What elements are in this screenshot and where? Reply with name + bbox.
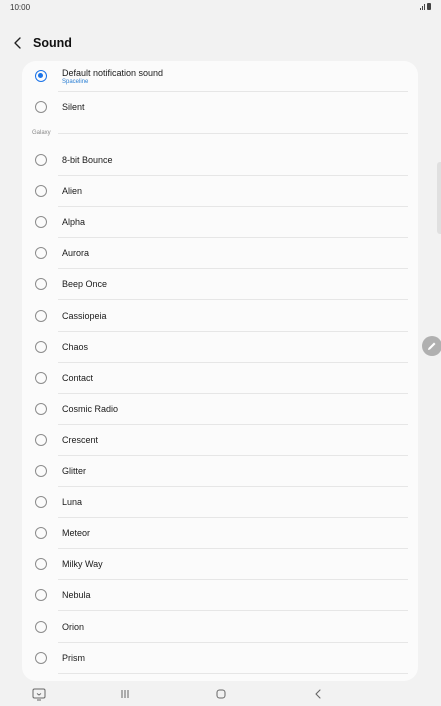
radio-icon[interactable] xyxy=(35,185,47,198)
item-label: Cassiopeia xyxy=(62,310,107,321)
radio-icon[interactable] xyxy=(35,371,47,384)
list-item[interactable]: Beep Once xyxy=(22,269,418,301)
radio-icon[interactable] xyxy=(35,465,47,477)
radio-icon[interactable] xyxy=(35,496,47,509)
radio-icon[interactable] xyxy=(35,247,47,260)
keyboard-button[interactable] xyxy=(31,686,47,702)
header: Sound xyxy=(0,28,441,58)
item-label: Prism xyxy=(62,652,85,663)
item-label: Alien xyxy=(62,186,83,197)
item-label: Silent xyxy=(62,102,85,112)
item-label: Cosmic Radio xyxy=(62,403,119,414)
back-icon xyxy=(315,689,321,699)
divider xyxy=(58,672,408,674)
sound-list: Default notification sound Spaceline Sil… xyxy=(22,61,418,681)
divider xyxy=(58,133,408,134)
item-label: Default notification sound xyxy=(62,68,164,78)
item-label: Glitter xyxy=(62,466,87,476)
radio-icon[interactable] xyxy=(35,527,47,540)
list-item-default-notification-sound[interactable]: Default notification sound Spaceline xyxy=(22,61,418,92)
edit-button[interactable] xyxy=(422,336,441,356)
list-item[interactable]: Chaos xyxy=(22,332,418,363)
list-item[interactable]: Nebula xyxy=(22,580,418,612)
item-label: Luna xyxy=(62,497,83,508)
edge-panel-handle[interactable] xyxy=(437,162,441,234)
radio-icon[interactable] xyxy=(35,402,47,415)
item-label: Orion xyxy=(62,621,85,632)
item-label: Milky Way xyxy=(62,559,103,570)
radio-icon[interactable] xyxy=(35,433,47,446)
item-label: Chaos xyxy=(62,341,89,352)
list-item[interactable]: Milky Way xyxy=(22,549,418,581)
list-item[interactable]: Meteor xyxy=(22,518,418,550)
item-label: Beep Once xyxy=(62,279,108,290)
home-button[interactable] xyxy=(213,686,229,702)
radio-icon[interactable] xyxy=(35,620,47,633)
radio-icon[interactable] xyxy=(35,154,47,166)
back-button[interactable] xyxy=(9,34,27,52)
keyboard-icon xyxy=(32,688,46,701)
list-item[interactable]: Alpha xyxy=(22,207,418,239)
radio-icon[interactable] xyxy=(35,558,47,571)
list-item[interactable]: Aurora xyxy=(22,238,418,270)
list-item[interactable]: Contact xyxy=(22,363,418,394)
item-label: 8-bit Bounce xyxy=(62,155,113,165)
radio-icon[interactable] xyxy=(35,589,47,602)
list-item[interactable]: Prism xyxy=(22,643,418,674)
list-item[interactable]: Crescent xyxy=(22,425,418,456)
radio-icon[interactable] xyxy=(35,309,47,322)
item-label: Crescent xyxy=(62,434,99,445)
item-label: Aurora xyxy=(62,248,90,259)
nav-back-button[interactable] xyxy=(310,686,326,702)
list-item[interactable]: Glitter xyxy=(22,456,418,487)
navigation-bar xyxy=(0,682,441,706)
recent-apps-icon xyxy=(121,690,129,698)
radio-icon[interactable] xyxy=(35,216,47,229)
page-title: Sound xyxy=(33,36,72,50)
status-icons xyxy=(420,3,431,10)
status-time: 10:00 xyxy=(10,3,31,12)
pencil-icon xyxy=(428,342,436,350)
radio-icon[interactable] xyxy=(35,651,47,664)
item-sublabel: Spaceline xyxy=(62,79,89,85)
item-label: Nebula xyxy=(62,590,91,601)
status-bar: 10:00 xyxy=(0,0,441,14)
item-label: Alpha xyxy=(62,217,86,228)
list-item[interactable]: Cosmic Radio xyxy=(22,394,418,425)
list-item[interactable]: Alien xyxy=(22,176,418,208)
radio-icon[interactable] xyxy=(35,101,47,113)
battery-icon xyxy=(427,3,431,10)
list-item[interactable]: Cassiopeia xyxy=(22,301,418,332)
section-label: Galaxy xyxy=(32,130,51,136)
radio-selected-icon[interactable] xyxy=(35,70,47,82)
radio-icon[interactable] xyxy=(35,278,47,291)
list-item-silent[interactable]: Silent xyxy=(22,92,418,123)
signal-icon xyxy=(420,3,425,10)
item-label: Contact xyxy=(62,372,94,383)
recent-apps-button[interactable] xyxy=(117,686,133,702)
radio-icon[interactable] xyxy=(35,340,47,353)
list-item[interactable]: Luna xyxy=(22,487,418,519)
list-item[interactable]: 8-bit Bounce xyxy=(22,145,418,176)
home-icon xyxy=(216,689,226,699)
list-item[interactable]: Orion xyxy=(22,612,418,643)
item-label: Meteor xyxy=(62,528,91,539)
chevron-left-icon xyxy=(14,37,21,49)
section-header: Galaxy xyxy=(22,123,418,141)
